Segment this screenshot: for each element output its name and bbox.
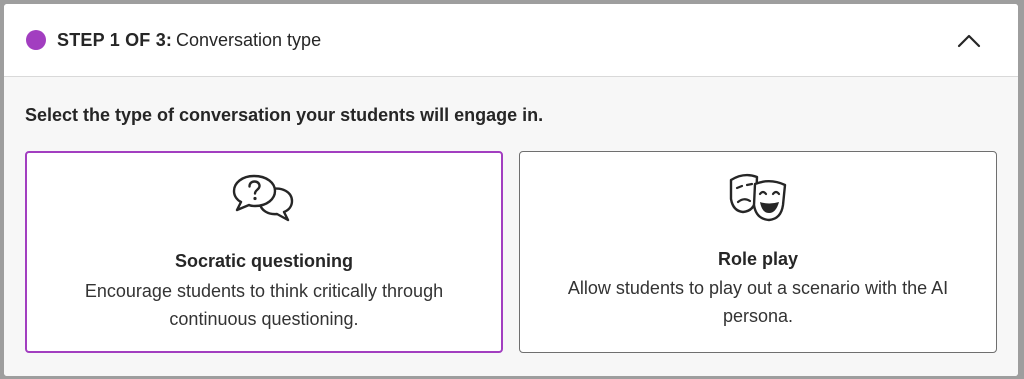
- step-body: Select the type of conversation your stu…: [4, 77, 1018, 376]
- speech-bubbles-question-icon: [232, 174, 294, 222]
- option-card-socratic[interactable]: Socratic questioning Encourage students …: [25, 151, 503, 353]
- option-title: Role play: [717, 249, 799, 269]
- option-description: Allow students to play out a scenario wi…: [567, 278, 949, 326]
- option-card-role-play[interactable]: Role play Allow students to play out a s…: [519, 151, 997, 353]
- collapse-button[interactable]: [952, 24, 986, 58]
- theater-masks-icon: [729, 173, 787, 222]
- step-label: STEP 1 OF 3:: [57, 30, 173, 50]
- option-description: Encourage students to think critically t…: [84, 281, 444, 329]
- step-indicator-dot: [26, 30, 46, 50]
- step-title: Conversation type: [176, 30, 322, 50]
- chevron-up-icon: [957, 34, 981, 48]
- option-title: Socratic questioning: [174, 251, 354, 271]
- step-prompt: Select the type of conversation your stu…: [25, 105, 544, 125]
- step-panel: STEP 1 OF 3: Conversation type Select th…: [4, 4, 1018, 376]
- step-header[interactable]: STEP 1 OF 3: Conversation type: [4, 4, 1018, 77]
